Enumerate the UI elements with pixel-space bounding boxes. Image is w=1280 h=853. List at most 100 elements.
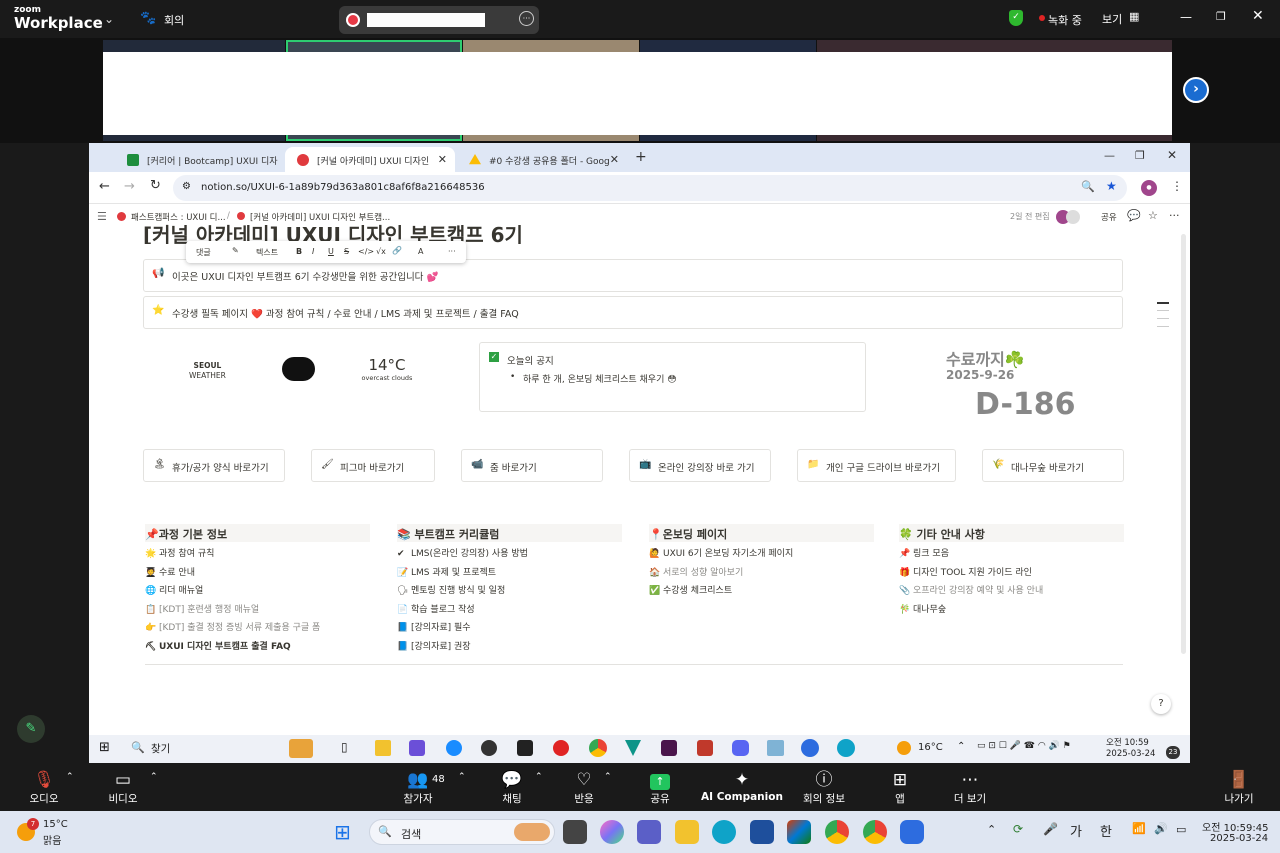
chevron-up-icon[interactable]: ⌃ — [66, 772, 74, 782]
sidebar-toggle-icon[interactable]: ☰ — [97, 210, 107, 223]
scrollbar[interactable] — [1181, 234, 1186, 654]
weather-temp[interactable]: 15°C — [43, 819, 68, 830]
comment-icon[interactable]: 💬 — [1127, 209, 1141, 222]
taskbar-time[interactable]: 오전 10:59 — [1106, 736, 1149, 748]
windows-start-icon[interactable]: ⊞ — [99, 740, 110, 755]
chevron-down-icon[interactable]: ⌄ — [104, 12, 114, 26]
clock-time[interactable]: 오전 10:59:45 — [1202, 819, 1269, 834]
app-icon[interactable] — [553, 740, 569, 756]
chrome-icon[interactable] — [589, 739, 607, 757]
wifi-icon[interactable]: 📶 — [1132, 822, 1146, 835]
weather-desc[interactable]: 맑음 — [43, 832, 61, 847]
list-item[interactable]: 🗣 멘토링 진행 방식 및 일정 — [397, 579, 622, 598]
list-item[interactable]: 📘 [강의자료] 권장 — [397, 635, 622, 654]
task-view-icon[interactable] — [563, 820, 587, 844]
battery-icon[interactable]: ▭ — [1176, 823, 1186, 836]
reactions-button[interactable]: ♡ 반응 — [544, 769, 624, 806]
search-box[interactable]: 🔍 검색 — [369, 819, 555, 845]
taskbar-weather[interactable]: 16°C — [918, 742, 943, 753]
slack-icon[interactable] — [661, 740, 677, 756]
callout-intro[interactable]: 📢 이곳은 UXUI 디자인 부트캠프 6기 수강생만을 위한 공간입니다 💕 — [143, 259, 1123, 292]
url-field[interactable]: ⚙ notion.so/UXUI-6-1a89b79d363a801c8af6f… — [173, 175, 1127, 201]
link-icon[interactable]: 🔗 — [392, 246, 402, 255]
list-item[interactable]: 👉 [KDT] 출결 정정 증빙 서류 제출용 구글 폼 — [145, 616, 370, 635]
close-icon[interactable]: ✕ — [1167, 148, 1177, 162]
list-item[interactable]: ⛏ UXUI 디자인 부트캠프 출결 FAQ — [145, 635, 370, 654]
meeting-label[interactable]: 회의 — [164, 12, 184, 28]
browser-tab[interactable]: #0 수강생 공유용 폴더 - Goog ✕ — [457, 147, 627, 172]
store-icon[interactable] — [750, 820, 774, 844]
app-icon[interactable] — [446, 740, 462, 756]
task-view-icon[interactable]: ▯ — [341, 740, 348, 754]
chevron-up-icon[interactable]: ⌃ — [604, 772, 612, 782]
profile-avatar[interactable]: ● — [1141, 180, 1157, 196]
link-button-leave-form[interactable]: 🏝 휴가/공가 양식 바로가기 — [143, 449, 285, 482]
m365-icon[interactable] — [787, 820, 811, 844]
callout-must-read[interactable]: ⭐ 수강생 필독 페이지 ❤️ 과정 참여 규칙 / 수료 안내 / LMS 과… — [143, 296, 1123, 329]
windows-start-icon[interactable]: ⊞ — [334, 820, 351, 844]
edge-icon[interactable] — [837, 739, 855, 757]
list-item[interactable]: 🌐 리더 매뉴얼 — [145, 579, 370, 598]
list-item[interactable]: 🙋 UXUI 6기 온보딩 자기소개 페이지 — [649, 542, 874, 561]
zoom-icon[interactable]: 🔍 — [1081, 180, 1095, 193]
list-item[interactable]: 📌 링크 모음 — [899, 542, 1124, 561]
tray-icons[interactable]: ▭ ⊡ ☐ 🎤 ☎ ◠ 🔊 ⚑ — [977, 741, 1071, 751]
browser-tab-active[interactable]: [커널 아카데미] UXUI 디자인 ✕ — [285, 147, 455, 172]
list-item[interactable]: 🧑‍🎓 수료 안내 — [145, 561, 370, 580]
explorer-icon[interactable] — [375, 740, 391, 756]
more-button[interactable]: ⋯ 더 보기 — [930, 769, 1010, 806]
link-button-figma[interactable]: 🖌 피그마 바로가기 — [311, 449, 435, 482]
new-tab-icon[interactable]: + — [635, 149, 647, 165]
annotate-pencil-icon[interactable]: ✎ — [17, 715, 45, 743]
edge-icon[interactable] — [712, 820, 736, 844]
discord-icon[interactable] — [732, 740, 749, 756]
clock-date[interactable]: 2025-03-24 — [1210, 833, 1268, 844]
gallery-next-icon[interactable]: › — [1183, 77, 1209, 103]
sync-icon[interactable]: ⟳ — [1013, 822, 1023, 836]
italic-button[interactable]: I — [312, 247, 314, 256]
tray-chevron-icon[interactable]: ⌃ — [987, 823, 996, 836]
app-icon[interactable] — [767, 740, 784, 756]
chrome-icon[interactable] — [825, 820, 849, 844]
ai-companion-button[interactable]: ✦ AI Companion — [700, 769, 784, 803]
zoom-app-icon[interactable] — [900, 820, 924, 844]
apps-button[interactable]: ⊞ 앱 — [860, 769, 940, 806]
edit-icon[interactable]: ✎ — [232, 246, 239, 255]
link-button-zoom[interactable]: 📹 줌 바로가기 — [461, 449, 603, 482]
teams-icon[interactable] — [637, 820, 661, 844]
ime-mode[interactable]: 한 — [1100, 821, 1112, 840]
chevron-up-icon[interactable]: ⌃ — [150, 772, 158, 782]
code-button[interactable]: </> — [358, 247, 374, 256]
more-icon[interactable]: ··· — [1169, 209, 1180, 222]
view-button[interactable]: 보기 — [1102, 11, 1122, 27]
color-button[interactable]: A — [418, 247, 423, 256]
bold-button[interactable]: B — [296, 247, 302, 256]
chrome-profile-icon[interactable] — [863, 820, 887, 844]
strikethrough-button[interactable]: S — [344, 247, 349, 256]
restore-icon[interactable]: ❐ — [1135, 149, 1145, 162]
comment-button[interactable]: 댓글 — [196, 247, 211, 258]
participants-button[interactable]: 👥 참가자 — [378, 769, 458, 806]
list-item[interactable]: 📎 오프라인 강의장 예약 및 사용 안내 — [899, 579, 1124, 598]
app-icon[interactable] — [409, 740, 425, 756]
tab-close-icon[interactable]: ✕ — [610, 153, 619, 166]
help-icon[interactable]: ? — [1151, 694, 1171, 714]
list-item[interactable]: 🎋 대나무숲 — [899, 598, 1124, 617]
notice-callout[interactable]: ✓ 오늘의 공지 • 하루 한 개, 온보딩 체크리스트 채우기 😳 — [479, 342, 866, 412]
tab-close-icon[interactable]: ✕ — [438, 153, 447, 166]
restore-icon[interactable]: ❐ — [1216, 10, 1226, 23]
breadcrumb-item[interactable]: [커널 아카데미] UXUI 디자인 부트캠... — [250, 211, 390, 223]
link-button-online-class[interactable]: 📺 온라인 강의장 바로 가기 — [629, 449, 771, 482]
list-item[interactable]: ✅ 수강생 체크리스트 — [649, 579, 874, 598]
link-button-bamboo[interactable]: 🌾 대나무숲 바로가기 — [982, 449, 1124, 482]
minimize-icon[interactable]: — — [1180, 10, 1192, 24]
list-item[interactable]: 🌟 과정 참여 규칙 — [145, 542, 370, 561]
share-button[interactable]: 공유 — [1101, 211, 1117, 223]
notification-badge[interactable]: 23 — [1166, 746, 1180, 759]
chevron-up-icon[interactable]: ⌃ — [535, 772, 543, 782]
reload-icon[interactable]: ↻ — [150, 178, 161, 193]
list-item[interactable]: 📄 학습 블로그 작성 — [397, 598, 622, 617]
close-icon[interactable]: ✕ — [1252, 8, 1264, 24]
favorite-icon[interactable]: ☆ — [1148, 209, 1158, 222]
more-icon[interactable]: ··· — [519, 11, 534, 26]
